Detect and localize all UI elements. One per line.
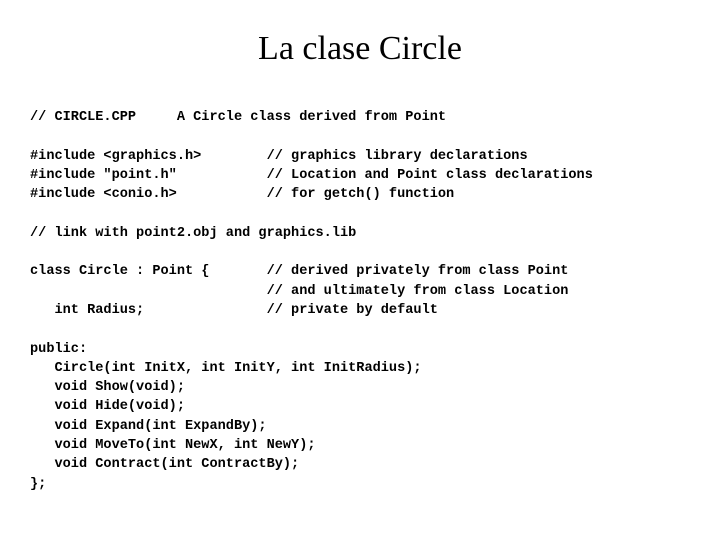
code-line: void Hide(void); <box>30 399 185 415</box>
code-line: // link with point2.obj and graphics.lib <box>30 225 357 241</box>
page-title: La clase Circle <box>258 30 462 67</box>
slide-canvas: La clase Circle // CIRCLE.CPP A Circle c… <box>0 0 720 540</box>
code-line: void Expand(int ExpandBy); <box>30 418 267 434</box>
code-line: Circle(int InitX, int InitY, int InitRad… <box>30 360 422 376</box>
code-line: #include <graphics.h> // graphics librar… <box>30 148 528 164</box>
code-listing: // CIRCLE.CPP A Circle class derived fro… <box>30 108 700 494</box>
code-line: class Circle : Point { // derived privat… <box>30 264 569 280</box>
code-line: void Show(void); <box>30 380 185 396</box>
code-line: void MoveTo(int NewX, int NewY); <box>30 438 316 454</box>
code-line: #include <conio.h> // for getch() functi… <box>30 187 455 203</box>
code-line: #include "point.h" // Location and Point… <box>30 167 593 183</box>
code-line: public: <box>30 341 88 357</box>
code-line: // and ultimately from class Location <box>30 283 569 299</box>
code-line: int Radius; // private by default <box>30 302 438 318</box>
code-line: }; <box>30 476 47 492</box>
code-line: // CIRCLE.CPP A Circle class derived fro… <box>30 110 447 125</box>
code-line: void Contract(int ContractBy); <box>30 457 300 473</box>
